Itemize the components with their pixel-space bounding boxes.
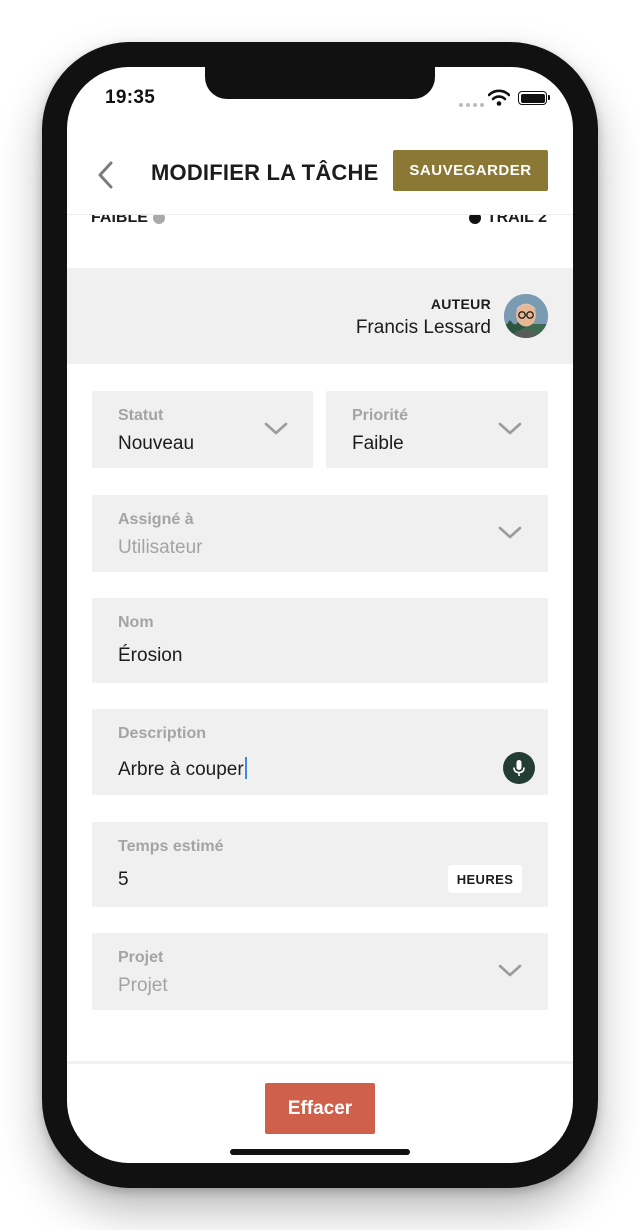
battery-icon: [518, 91, 550, 105]
microphone-button[interactable]: [503, 752, 535, 784]
footer-divider: [67, 1061, 573, 1064]
estimated-time-value: 5: [118, 869, 129, 890]
microphone-icon: [513, 760, 525, 776]
page-title: MODIFIER LA TÂCHE: [151, 160, 379, 185]
assignee-placeholder: Utilisateur: [118, 537, 203, 558]
phone-notch: [205, 67, 435, 99]
app-screen: 19:35 MODIFIER LA TÂCHE SAUVEGARDER FAIB…: [67, 67, 573, 1163]
project-label: Projet: [118, 949, 164, 966]
priority-value: Faible: [352, 433, 404, 454]
chevron-down-icon: [498, 422, 522, 435]
wifi-icon: [488, 89, 510, 106]
assignee-select[interactable]: Assigné à Utilisateur: [92, 495, 548, 572]
status-time: 19:35: [105, 87, 156, 108]
avatar-illustration: [504, 294, 548, 338]
name-field[interactable]: Nom Érosion: [92, 598, 548, 683]
status-value: Nouveau: [118, 433, 195, 454]
avatar: [504, 294, 548, 338]
description-label: Description: [118, 725, 207, 742]
author-name: Francis Lessard: [355, 317, 491, 338]
project-select[interactable]: Projet Projet: [92, 933, 548, 1010]
description-input[interactable]: Arbre à couper: [118, 757, 247, 781]
hours-unit-badge: HEURES: [448, 865, 522, 893]
description-field[interactable]: Description Arbre à couper: [92, 709, 548, 795]
priority-label: Priorité: [352, 407, 409, 424]
author-section: AUTEUR Francis Lessard: [67, 268, 573, 364]
chevron-down-icon: [498, 964, 522, 977]
estimated-time-label: Temps estimé: [118, 838, 224, 855]
assignee-label: Assigné à: [118, 511, 194, 528]
chevron-left-icon: [98, 161, 113, 189]
chevron-down-icon: [498, 526, 522, 539]
signal-dots-icon: [459, 103, 484, 107]
estimated-time-field[interactable]: Temps estimé 5 HEURES: [92, 822, 548, 907]
priority-select[interactable]: Priorité Faible: [326, 391, 548, 468]
chevron-down-icon: [264, 422, 288, 435]
author-label: AUTEUR: [430, 296, 491, 312]
description-value: Arbre à couper: [118, 759, 244, 780]
name-label: Nom: [118, 614, 154, 631]
delete-button[interactable]: Effacer: [265, 1083, 375, 1134]
name-value: Érosion: [118, 645, 183, 666]
save-button[interactable]: SAUVEGARDER: [393, 150, 548, 191]
status-select[interactable]: Statut Nouveau: [92, 391, 313, 468]
app-header: MODIFIER LA TÂCHE SAUVEGARDER: [67, 143, 573, 215]
back-button[interactable]: [91, 157, 119, 193]
text-cursor: [244, 757, 247, 779]
project-placeholder: Projet: [118, 975, 168, 996]
home-indicator[interactable]: [230, 1149, 410, 1155]
status-label: Statut: [118, 407, 164, 424]
